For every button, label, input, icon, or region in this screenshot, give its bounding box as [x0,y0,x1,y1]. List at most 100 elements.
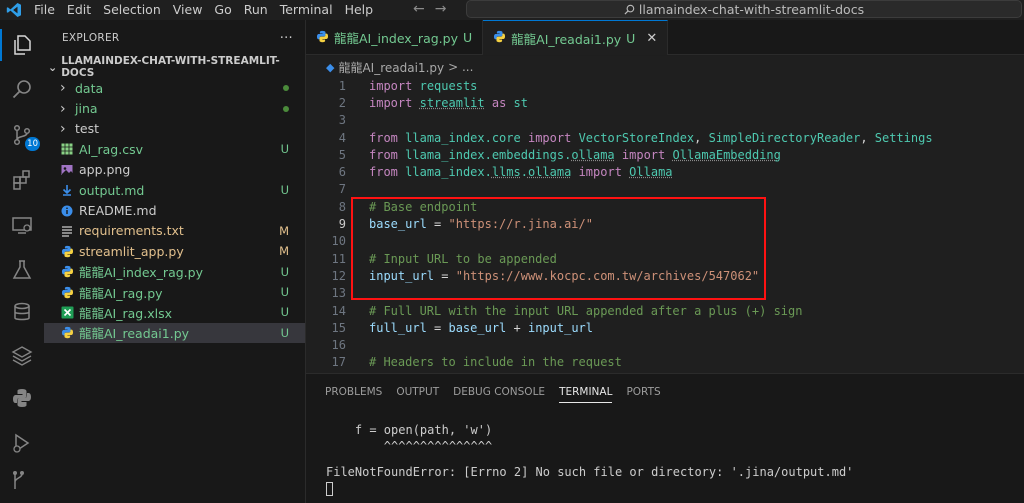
line-number: 14 [331,303,346,318]
code-token: ollama [571,147,615,162]
layers-activity-icon[interactable] [0,335,44,375]
database-activity-icon[interactable] [0,292,44,332]
python-activity-icon[interactable] [0,378,44,418]
file-item[interactable]: streamlit_app.py M [44,241,305,261]
line-number: 13 [331,286,346,301]
file-item[interactable]: AI_rag.csv U [44,139,305,159]
folder-item[interactable]: › data [44,78,305,98]
menu-item-go[interactable]: Go [208,1,237,19]
menu-item-edit[interactable]: Edit [61,1,97,19]
explorer-activity-icon[interactable] [0,25,44,65]
git-status-badge: M [279,223,289,238]
remote-explorer-activity-icon[interactable] [0,205,44,245]
line-number: 1 [338,78,346,93]
tree-item-label: app.png [79,162,131,178]
menu-item-run[interactable]: Run [238,1,274,19]
code-text: from llama_index.llms.ollama import Olla… [369,165,673,179]
tree-item-label: jina [75,101,98,117]
terminal-cursor[interactable] [326,480,853,496]
more-actions-icon[interactable]: ··· [280,31,293,46]
workspace-folder-header[interactable]: ⌄ LLAMAINDEX-CHAT-WITH-STREAMLIT-DOCS [44,55,305,79]
panel-tab-debug-console[interactable]: DEBUG CONSOLE [448,374,550,410]
code-text: # Full URL with the input URL appended a… [369,304,802,318]
git-status-dot [283,85,289,92]
explorer-title: EXPLORER [62,32,120,44]
download-arrow-icon [60,183,74,197]
terminal-line: f = open(path, 'w') [326,423,493,437]
run-debug-activity-icon[interactable] [0,423,44,463]
code-token: VectorStoreIndex [578,130,695,145]
code-token: from [369,165,398,180]
breadcrumb-file[interactable]: 龍龍AI_readai1.py [338,59,444,76]
code-text: from llama_index.embeddings.ollama impor… [369,148,781,162]
command-center-search[interactable]: llamaindex-chat-with-streamlit-docs [466,0,1022,18]
file-item[interactable]: 龍龍AI_rag.xlsx U [44,302,305,322]
git-status-badge: U [280,305,289,320]
code-token: + [506,320,528,335]
code-token: base_url [448,320,507,335]
panel-tab-problems[interactable]: PROBLEMS [320,374,387,410]
code-line: 16 [306,337,346,354]
extensions-activity-icon[interactable] [0,160,44,200]
line-number: 6 [338,165,346,180]
source-control-activity-icon[interactable]: 10 [0,115,44,155]
text-file-icon [60,224,74,238]
code-token: requests [419,78,478,93]
chevron-right-icon: › [60,100,66,117]
menu-item-terminal[interactable]: Terminal [274,1,339,19]
file-item[interactable]: README.md [44,200,305,220]
menu-item-help[interactable]: Help [339,1,380,19]
git-status-badge: U [280,285,289,300]
folder-item[interactable]: › jina [44,98,305,118]
tree-item-label: README.md [79,203,157,219]
testing-activity-icon[interactable] [0,250,44,290]
code-token: st [513,95,528,110]
code-text: import requests [369,79,477,93]
terminal-output[interactable]: f = open(path, 'w') ^^^^^^^^^^^^^^^ FileN… [326,422,853,496]
file-item[interactable]: output.md U [44,180,305,200]
breadcrumb-rest[interactable]: > ... [448,60,473,74]
code-token: llama_index.embeddings. [405,147,572,162]
file-item[interactable]: app.png [44,160,305,180]
panel-tab-ports[interactable]: PORTS [621,374,665,410]
line-number: 10 [331,234,346,249]
editor-tab[interactable]: 龍龍AI_index_rag.py U [306,20,484,55]
menu-bar: File Edit Selection View Go Run Terminal Help [28,1,379,19]
file-item[interactable]: 龍龍AI_index_rag.py U [44,262,305,282]
activity-bar: 10 [0,20,44,503]
code-line: 9 base_url = "https://r.jina.ai/" [306,215,593,232]
close-icon[interactable]: ✕ [646,31,657,46]
code-text: # Headers to include in the request [369,355,622,369]
search-activity-icon[interactable] [0,70,44,110]
tree-item-label: 龍龍AI_rag.xlsx [79,305,172,321]
tree-item-label: test [75,121,100,137]
folder-item[interactable]: › test [44,119,305,139]
code-token: import [621,147,666,162]
panel-tab-terminal[interactable]: TERMINAL [554,374,617,410]
line-number: 5 [338,147,346,162]
menu-item-selection[interactable]: Selection [97,1,167,19]
git-status-badge: U [280,325,289,340]
git-status-badge: U [280,142,289,157]
code-token: from [369,130,398,145]
editor-tab[interactable]: 龍龍AI_readai1.py U ✕ [483,20,669,55]
menu-item-view[interactable]: View [167,1,209,19]
forward-arrow-icon[interactable]: → [435,0,447,18]
file-item[interactable]: 龍龍AI_rag.py U [44,282,305,302]
menu-item-file[interactable]: File [28,1,61,19]
file-item[interactable]: 龍龍AI_readai1.py U [44,322,305,344]
line-number: 3 [338,113,346,128]
back-arrow-icon[interactable]: ← [413,0,425,18]
git-status-badge: U [280,183,289,198]
line-number: 11 [331,251,346,266]
chevron-right-icon: › [60,80,66,97]
code-token: import [369,95,413,110]
git-graph-activity-icon[interactable] [0,460,44,500]
tab-status: U [626,30,636,46]
code-line: 3 [306,112,346,129]
code-token: # Full URL with the input URL appended a… [369,303,803,318]
file-item[interactable]: requirements.txt M [44,221,305,241]
panel-tab-output[interactable]: OUTPUT [391,374,444,410]
code-token: streamlit [419,95,485,110]
